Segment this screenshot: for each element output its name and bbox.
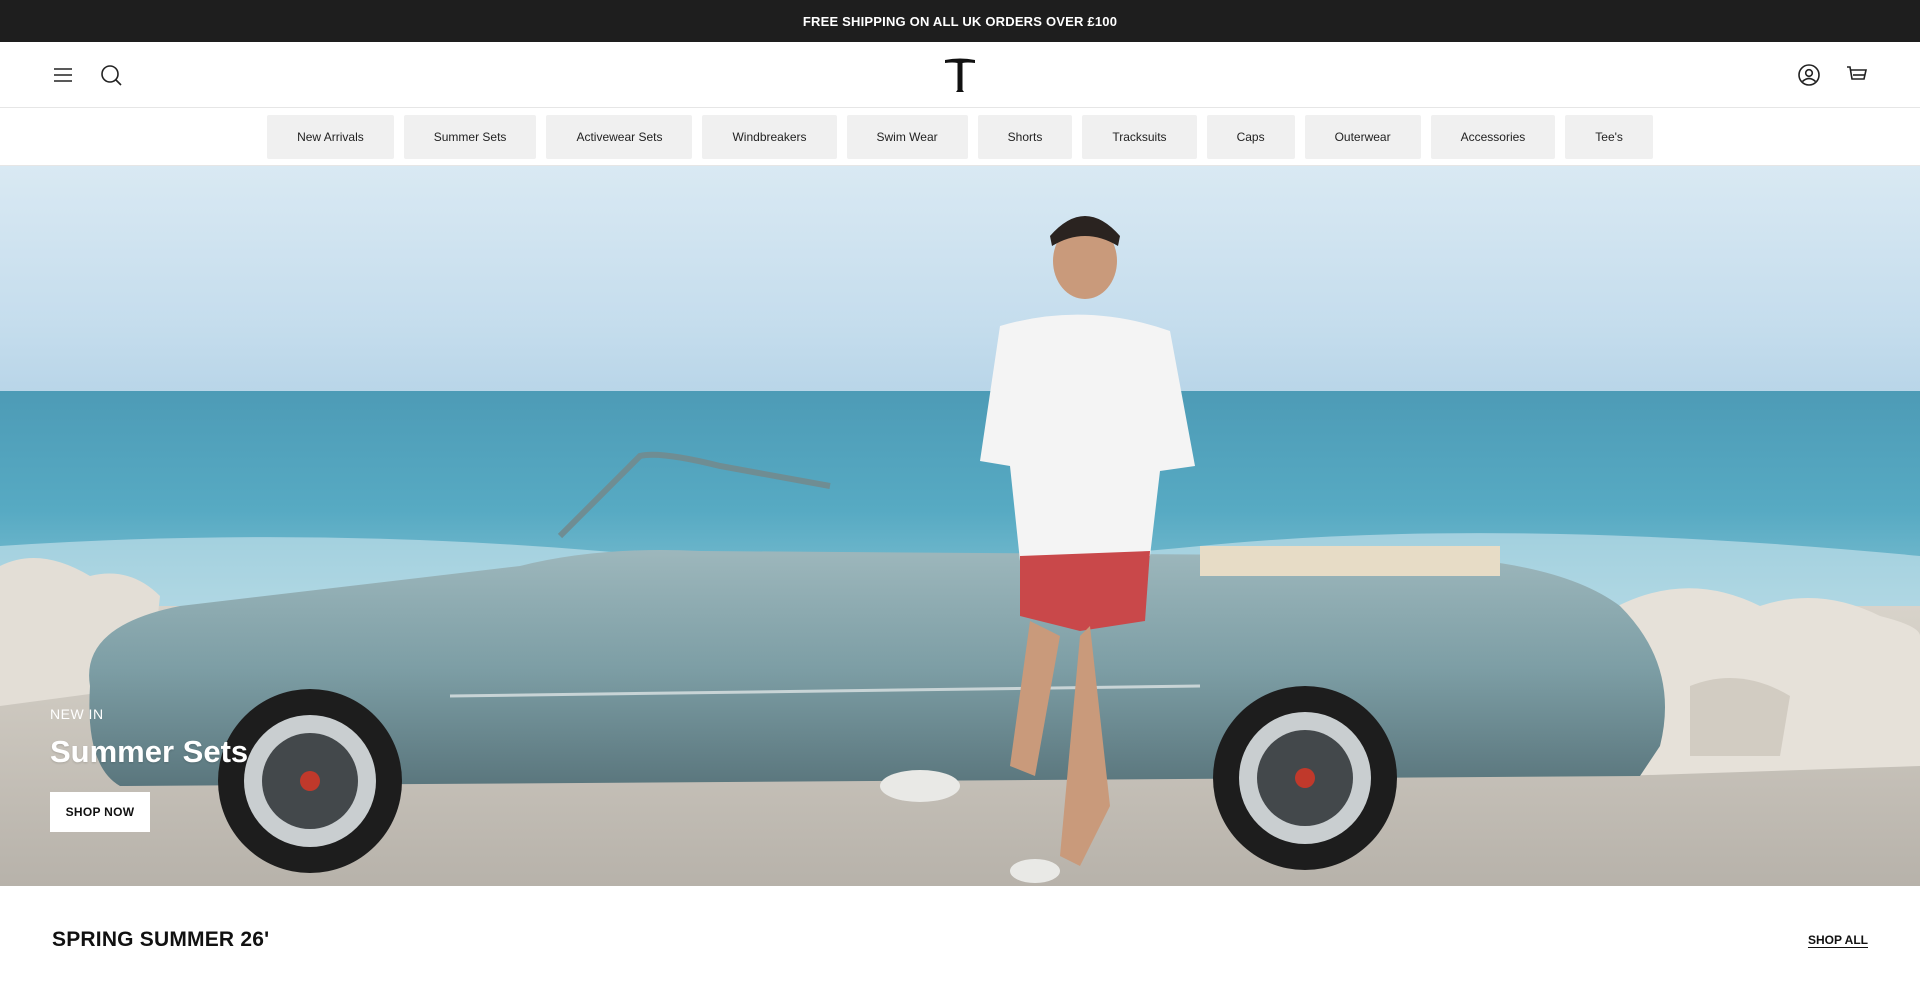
shop-all-link[interactable]: SHOP ALL xyxy=(1808,933,1868,947)
collection-header: SPRING SUMMER 26' SHOP ALL xyxy=(0,886,1920,993)
category-tracksuits[interactable]: Tracksuits xyxy=(1082,114,1197,159)
hero-image xyxy=(0,216,1920,886)
category-tees[interactable]: Tee's xyxy=(1565,114,1653,159)
cart-icon[interactable] xyxy=(1844,62,1870,88)
category-accessories[interactable]: Accessories xyxy=(1430,114,1556,159)
site-header xyxy=(0,42,1920,108)
header-left xyxy=(50,62,124,88)
announcement-text: FREE SHIPPING ON ALL UK ORDERS OVER £100 xyxy=(802,13,1118,29)
category-summer-sets[interactable]: Summer Sets xyxy=(403,114,537,159)
hero-title: Summer Sets xyxy=(50,734,249,769)
category-shorts[interactable]: Shorts xyxy=(977,114,1073,159)
category-outerwear[interactable]: Outerwear xyxy=(1304,114,1421,159)
search-icon[interactable] xyxy=(98,62,124,88)
hero-eyebrow: NEW IN xyxy=(50,706,104,722)
category-swim-wear[interactable]: Swim Wear xyxy=(846,114,968,159)
account-icon[interactable] xyxy=(1796,62,1822,88)
hamburger-menu-icon[interactable] xyxy=(50,62,76,88)
shop-now-button[interactable]: SHOP NOW xyxy=(50,792,150,832)
hero-banner[interactable]: NEW IN Summer Sets SHOP NOW xyxy=(0,166,1920,886)
category-windbreakers[interactable]: Windbreakers xyxy=(702,114,837,159)
category-new-arrivals[interactable]: New Arrivals xyxy=(267,114,394,159)
header-right xyxy=(1796,62,1870,88)
announcement-bar: FREE SHIPPING ON ALL UK ORDERS OVER £100 xyxy=(0,0,1920,42)
category-nav: New Arrivals Summer Sets Activewear Sets… xyxy=(0,108,1920,166)
category-activewear-sets[interactable]: Activewear Sets xyxy=(546,114,693,159)
section-title: SPRING SUMMER 26' xyxy=(52,927,270,951)
hero-text: NEW IN Summer Sets SHOP NOW xyxy=(50,706,248,832)
brand-logo[interactable] xyxy=(943,57,977,93)
category-caps[interactable]: Caps xyxy=(1206,114,1295,159)
